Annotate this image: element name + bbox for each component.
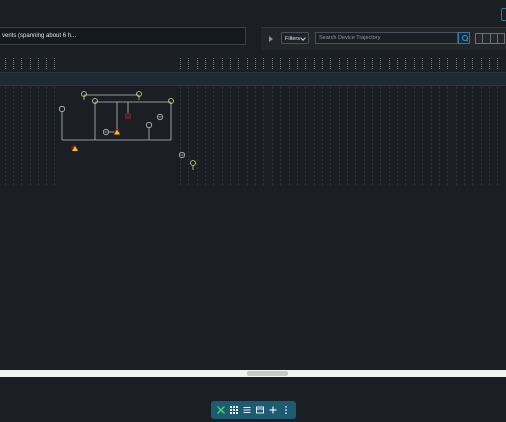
time-tick [497,58,498,70]
time-tick [489,58,490,70]
time-tick [364,58,365,70]
time-tick [280,58,281,70]
view-toggle-option[interactable] [483,34,491,43]
time-tick [5,58,6,70]
time-tick [347,58,348,70]
view-toggle-option[interactable] [491,34,498,43]
time-tick [46,58,47,70]
more-vertical-icon[interactable] [281,405,291,415]
top-bar [0,0,506,22]
time-tick [305,58,306,70]
time-tick [355,58,356,70]
time-tick [314,58,315,70]
time-tick [481,58,482,70]
filters-label: Filters [285,36,300,42]
time-tick [422,58,423,70]
time-tick [339,58,340,70]
time-tick [447,58,448,70]
circle-node-icon[interactable] [145,121,153,129]
time-tick [464,58,465,70]
circle-node-icon[interactable] [58,105,66,113]
search-input[interactable]: Search Device Trajectory [315,32,458,44]
time-tick [13,58,14,70]
warning-triangle-icon[interactable] [114,129,120,135]
time-tick [197,58,198,70]
time-tick [263,58,264,70]
scrollbar-thumb[interactable] [247,371,288,376]
time-tick [289,58,290,70]
floating-toolbar [211,401,296,419]
time-ruler [0,55,506,72]
horizontal-scrollbar[interactable] [0,370,506,377]
filters-button[interactable]: Filters [281,32,309,44]
time-tick [205,58,206,70]
time-tick [389,58,390,70]
time-tick [255,58,256,70]
time-tick [54,58,55,70]
time-tick [397,58,398,70]
circle-node-icon[interactable] [190,160,196,166]
view-toggle-option[interactable] [476,34,484,43]
top-right-button[interactable] [501,8,506,21]
time-tick [272,58,273,70]
time-tick [38,58,39,70]
play-icon[interactable] [269,36,273,42]
time-tick [439,58,440,70]
time-tick [213,58,214,70]
time-tick [414,58,415,70]
time-tick [30,58,31,70]
search-toolbar: Filters Search Device Trajectory [261,27,506,50]
time-tick [322,58,323,70]
chevron-down-icon [300,35,306,41]
event-markers [58,105,186,159]
list-icon[interactable] [242,405,252,415]
error-dot-icon[interactable] [124,112,132,120]
search-button[interactable] [458,32,470,44]
time-tick [380,58,381,70]
time-tick [372,58,373,70]
time-tick [180,58,181,70]
events-summary: vents (spanning about 6 h... [0,27,246,45]
time-tick [188,58,189,70]
time-tick [297,58,298,70]
view-toggle[interactable] [475,33,505,44]
time-tick [472,58,473,70]
trajectory-diagram [58,91,196,170]
time-tick [230,58,231,70]
time-tick [238,58,239,70]
close-icon[interactable] [216,405,226,415]
time-tick [456,58,457,70]
warning-triangle-icon[interactable] [71,145,78,151]
time-tick [21,58,22,70]
time-tick [222,58,223,70]
add-icon[interactable] [268,405,278,415]
trajectory-markers [81,91,196,170]
warning-markers [71,112,132,151]
view-toggle-option[interactable] [498,34,504,43]
export-icon[interactable] [255,405,265,415]
time-tick [431,58,432,70]
time-tick [247,58,248,70]
time-tick [330,58,331,70]
grid-icon[interactable] [229,405,239,415]
time-tick [405,58,406,70]
